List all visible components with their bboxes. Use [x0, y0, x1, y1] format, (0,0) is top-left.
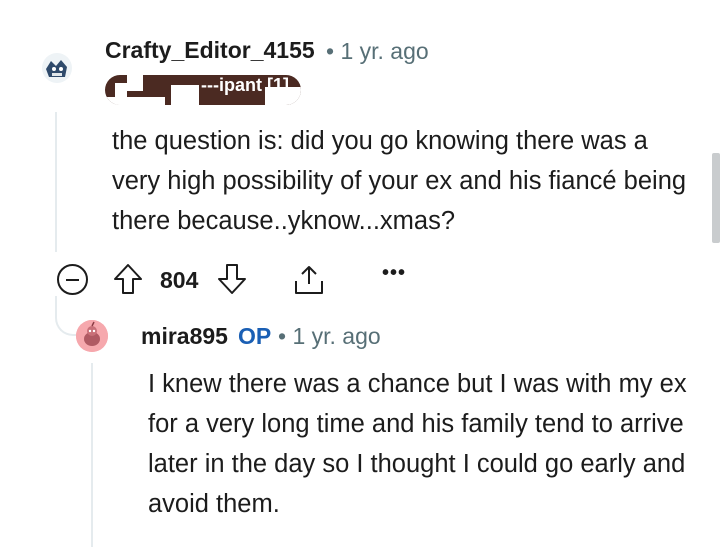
redaction-block — [105, 97, 165, 105]
downvote-button[interactable] — [216, 262, 248, 296]
redaction-block — [265, 87, 301, 105]
thread-line[interactable] — [55, 112, 57, 252]
user-flair: ---ipant [1] — [105, 75, 301, 105]
scrollbar[interactable] — [712, 153, 720, 243]
snoo-avatar-icon — [42, 53, 72, 83]
reply-timestamp: • 1 yr. ago — [278, 323, 381, 349]
upvote-icon — [114, 264, 142, 294]
comment-author-avatar[interactable] — [40, 51, 74, 85]
op-badge: OP — [238, 323, 272, 349]
snoo-avatar-icon — [76, 320, 108, 352]
more-options-button[interactable]: ••• — [382, 262, 406, 285]
comment-author-name[interactable]: Crafty_Editor_4155 — [105, 37, 315, 64]
share-button[interactable] — [292, 264, 326, 296]
reply-author-name[interactable]: mira895 — [141, 323, 228, 350]
upvote-button[interactable] — [112, 262, 144, 296]
comment-body: the question is: did you go knowing ther… — [112, 127, 687, 235]
share-icon — [295, 266, 323, 294]
downvote-icon — [218, 264, 246, 294]
reply-author-avatar[interactable] — [76, 320, 108, 352]
comment-timestamp: • 1 yr. ago — [326, 38, 429, 64]
vote-score: 804 — [160, 267, 199, 293]
collapse-icon[interactable] — [57, 264, 88, 295]
redaction-block — [127, 75, 143, 91]
reply-body: I knew there was a chance but I was with… — [148, 370, 687, 518]
redaction-block — [171, 85, 199, 105]
thread-line[interactable] — [91, 363, 93, 547]
